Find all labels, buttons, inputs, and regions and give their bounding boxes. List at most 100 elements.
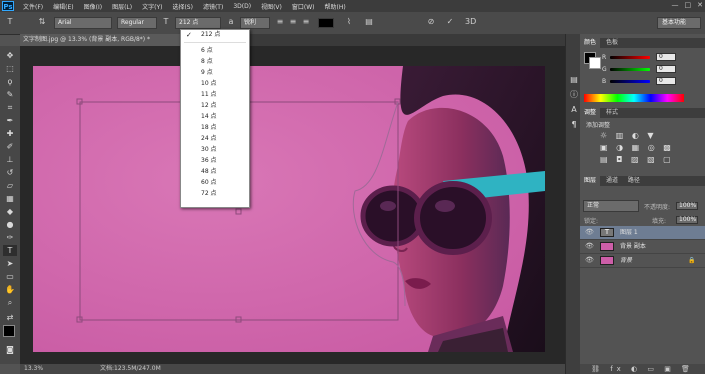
align-right-icon[interactable]: ≡ [301,17,311,27]
font-size-option[interactable]: 18 点 [181,123,249,133]
color-background-swatch[interactable] [589,57,601,69]
menu-filter[interactable]: 滤镜(T) [198,2,228,11]
close-button[interactable]: ✕ [697,1,703,9]
font-size-option[interactable]: 24 点 [181,134,249,144]
shape-tool-icon[interactable]: ▭ [3,271,17,282]
history-brush-tool-icon[interactable]: ↺ [3,167,17,178]
document-tab[interactable]: 文字制图.jpg @ 13.3% (背景 副本, RGB/8*) * [20,34,185,46]
green-slider[interactable] [610,68,650,71]
font-family-select[interactable]: Arial [54,17,112,29]
blue-slider[interactable] [610,80,650,83]
antialias-select[interactable]: 锐利 [240,17,270,29]
green-value[interactable]: 0 [656,65,676,73]
tab-paths[interactable]: 路径 [624,176,644,186]
layer-row[interactable]: 👁 T 图层 1 [580,226,705,240]
hand-tool-icon[interactable]: ✋ [3,284,17,295]
font-size-option[interactable]: 14 点 [181,112,249,122]
font-size-option[interactable]: 12 点 [181,101,249,111]
layer-row[interactable]: 👁 背景 副本 [580,240,705,254]
menu-image[interactable]: 图像(I) [79,2,107,11]
paragraph-panel-icon[interactable]: ¶ [567,119,581,130]
quick-select-tool-icon[interactable]: ✎ [3,89,17,100]
quick-mask-icon[interactable]: ◙ [3,344,17,355]
blue-value[interactable]: 0 [656,77,676,85]
tab-swatches[interactable]: 色板 [602,38,622,48]
menu-edit[interactable]: 编辑(E) [48,2,78,11]
swap-colors-icon[interactable]: ⇄ [3,312,17,323]
cancel-icon[interactable]: ⊘ [426,17,436,27]
foreground-color-swatch[interactable] [3,325,15,337]
text-orientation-icon[interactable]: ⇅ [36,17,48,27]
commit-icon[interactable]: ✓ [445,17,455,27]
menu-3d[interactable]: 3D(D) [228,3,256,10]
tab-channels[interactable]: 通道 [602,176,622,186]
font-size-option[interactable]: 8 点 [181,57,249,67]
font-size-option[interactable]: 30 点 [181,145,249,155]
panels-toggle-icon[interactable]: ▤ [364,17,374,27]
blend-mode-select[interactable]: 正常 [583,200,639,212]
character-panel-icon[interactable]: A [567,104,581,115]
visibility-eye-icon[interactable]: 👁 [585,254,594,267]
menu-view[interactable]: 视图(V) [256,2,287,11]
crop-tool-icon[interactable]: ⌗ [3,102,17,113]
type-tool-icon[interactable]: T [4,17,16,27]
pen-tool-icon[interactable]: ✑ [3,232,17,243]
menu-layer[interactable]: 图层(L) [107,2,137,11]
move-tool-icon[interactable]: ✥ [3,50,17,61]
eraser-tool-icon[interactable]: ▱ [3,180,17,191]
blur-tool-icon[interactable]: ◆ [3,206,17,217]
font-size-option[interactable]: 6 点 [181,46,249,56]
layer-row[interactable]: 👁 背景 🔒 [580,254,705,268]
font-size-option-selected[interactable]: 212 点 [181,30,249,40]
3d-text-icon[interactable]: 3D [465,17,476,27]
zoom-tool-icon[interactable]: ⌕ [3,297,17,308]
text-color-swatch[interactable] [318,18,334,28]
visibility-eye-icon[interactable]: 👁 [585,240,594,253]
font-size-field[interactable]: 212 点 [175,17,221,29]
minimize-button[interactable]: — [672,1,679,9]
font-size-option[interactable]: 48 点 [181,167,249,177]
dodge-tool-icon[interactable]: ● [3,219,17,230]
properties-panel-icon[interactable]: ⓘ [567,89,581,100]
red-value[interactable]: 0 [656,53,676,61]
path-select-tool-icon[interactable]: ➤ [3,258,17,269]
font-size-option[interactable]: 72 点 [181,189,249,199]
align-center-icon[interactable]: ≡ [288,17,298,27]
menu-window[interactable]: 窗口(W) [287,2,320,11]
healing-tool-icon[interactable]: ✚ [3,128,17,139]
zoom-level[interactable]: 13.3% [24,364,43,374]
maximize-button[interactable]: □ [685,1,692,9]
warp-text-icon[interactable]: ⌇ [344,17,354,27]
history-panel-icon[interactable]: ▤ [567,74,581,85]
brush-tool-icon[interactable]: ✐ [3,141,17,152]
menu-type[interactable]: 文字(Y) [137,2,167,11]
layer-name[interactable]: 背景 [620,254,632,267]
red-slider[interactable] [610,56,650,59]
gradient-tool-icon[interactable]: ▦ [3,193,17,204]
eyedropper-tool-icon[interactable]: ✒ [3,115,17,126]
opacity-field[interactable]: 100% [676,202,698,210]
stamp-tool-icon[interactable]: ⊥ [3,154,17,165]
font-size-option[interactable]: 60 点 [181,178,249,188]
tab-adjustments[interactable]: 调整 [580,108,601,118]
menu-select[interactable]: 选择(S) [167,2,198,11]
layers-footer-buttons[interactable]: ⛓ fx ◐ ▭ ▣ 🗑 [580,364,705,374]
workspace-select[interactable]: 基本功能 [657,17,701,29]
font-size-option[interactable]: 9 点 [181,68,249,78]
menu-file[interactable]: 文件(F) [18,2,48,11]
tab-color[interactable]: 颜色 [580,38,601,48]
marquee-tool-icon[interactable]: ⬚ [3,63,17,74]
color-spectrum-bar[interactable] [584,94,684,102]
align-left-icon[interactable]: ≡ [275,17,285,27]
fill-field[interactable]: 100% [676,216,698,224]
document-canvas[interactable] [33,66,545,352]
menu-help[interactable]: 帮助(H) [320,2,351,11]
lasso-tool-icon[interactable]: ϙ [3,76,17,87]
tab-styles[interactable]: 样式 [602,108,622,118]
font-size-option[interactable]: 36 点 [181,156,249,166]
layer-name[interactable]: 背景 副本 [620,240,646,253]
font-style-select[interactable]: Regular [117,17,157,29]
font-size-option[interactable]: 11 点 [181,90,249,100]
tab-layers[interactable]: 图层 [580,176,601,186]
font-size-option[interactable]: 10 点 [181,79,249,89]
